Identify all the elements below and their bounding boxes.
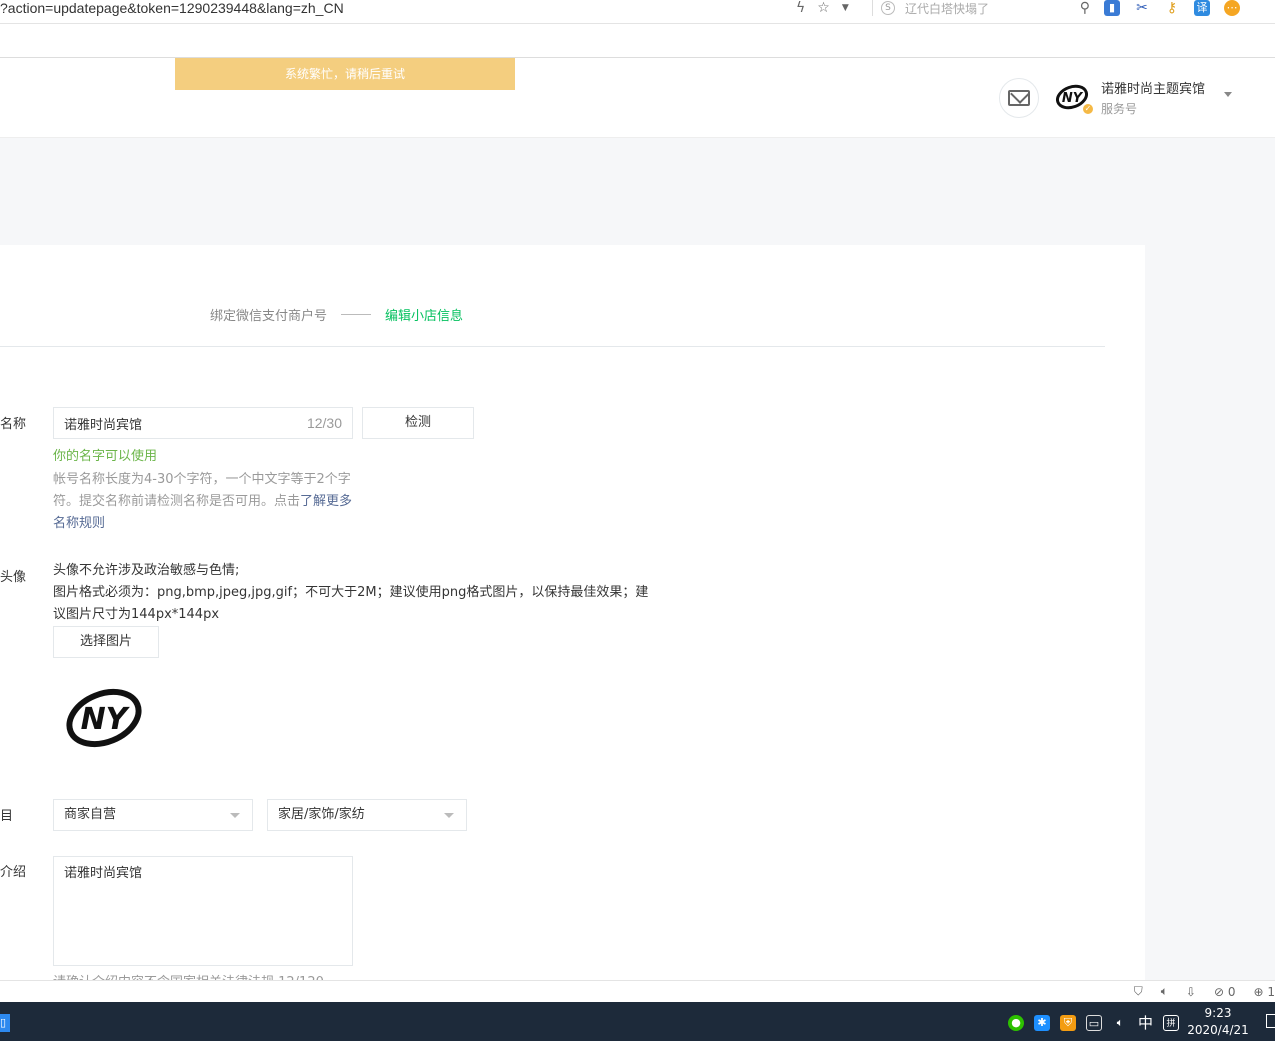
account-type: 服务号: [1101, 102, 1138, 116]
chevron-down-icon: [444, 813, 454, 818]
wechat-icon[interactable]: ●: [1008, 1014, 1024, 1031]
check-name-button[interactable]: 检测: [362, 407, 474, 439]
name-available-message: 你的名字可以使用: [53, 449, 158, 464]
url-text[interactable]: ?action=updatepage&token=1290239448&lang…: [0, 0, 344, 16]
shield-icon[interactable]: ⛉: [1134, 984, 1143, 999]
extension-icons: ▮ ✂ ⚷ 译 ⋯: [1104, 0, 1240, 16]
browser-search-box[interactable]: S 辽代白塔快塌了 ⚲: [872, 0, 1094, 16]
page-header: 系统繁忙，请稍后重试 NY ✓ 诺雅时尚主题宾馆 服务号: [0, 58, 1275, 138]
lightning-icon[interactable]: ϟ: [796, 0, 805, 16]
chevron-down-icon: [230, 813, 240, 818]
search-engine-icon: S: [881, 1, 895, 15]
category-secondary-value: 家居/家饰/家纺: [278, 807, 365, 822]
speaker-icon[interactable]: 🔈︎: [1161, 984, 1168, 999]
tray-star-icon[interactable]: ✱: [1034, 1014, 1050, 1031]
category-select-secondary[interactable]: 家居/家饰/家纺: [267, 799, 467, 831]
translate-icon[interactable]: 译: [1194, 0, 1210, 16]
name-tips: 帐号名称长度为4-30个字符，一个中文字等于2个字符。提交名称前请检测名称是否可…: [53, 469, 353, 535]
avatar-tip-policy: 头像不允许涉及政治敏感与色情;: [53, 563, 240, 578]
message-button[interactable]: [999, 78, 1039, 118]
error-toast: 系统繁忙，请稍后重试: [175, 58, 515, 90]
svg-text:NY: NY: [81, 702, 131, 737]
address-bar: ?action=updatepage&token=1290239448&lang…: [0, 0, 1275, 24]
step-bind-merchant: 绑定微信支付商户号: [210, 309, 328, 324]
volume-icon[interactable]: 🔈︎: [1112, 1015, 1128, 1031]
address-bar-actions: ϟ ☆ ▼: [796, 0, 849, 16]
download-icon[interactable]: ⇩: [1186, 985, 1196, 999]
intro-textarea[interactable]: 诺雅时尚宾馆: [53, 856, 353, 966]
category-primary-value: 商家自营: [64, 807, 117, 822]
adblock-icon[interactable]: ⊘ 0: [1214, 985, 1236, 999]
more-icon[interactable]: ⋯: [1224, 0, 1240, 16]
taskbar: ▯ ● ✱ ⛨ ▭ 🔈︎ 中 拼 9:23 2020/4/21: [0, 1002, 1275, 1041]
avatar-tips: 头像不允许涉及政治敏感与色情; 图片格式必须为：png,bmp,jpeg,jpg…: [53, 560, 653, 626]
extension-phone-icon[interactable]: ▮: [1104, 0, 1120, 16]
name-label: 名称: [0, 417, 27, 432]
network-icon[interactable]: ▭: [1086, 1014, 1102, 1031]
shop-info-card: 绑定微信支付商户号 编辑小店信息 名称 诺雅时尚宾馆 12/30 检测 你的名字…: [0, 245, 1145, 985]
chevron-down-icon[interactable]: ▼: [842, 3, 849, 13]
system-clock[interactable]: 9:23 2020/4/21: [1182, 1005, 1254, 1039]
shop-name-value: 诺雅时尚宾馆: [64, 417, 143, 433]
shop-name-counter: 12/30: [306, 415, 342, 431]
account-name[interactable]: 诺雅时尚主题宾馆: [1101, 78, 1205, 97]
category-select-primary[interactable]: 商家自营: [53, 799, 253, 831]
scissors-icon[interactable]: ✂: [1134, 0, 1150, 16]
svg-text:NY: NY: [1062, 91, 1084, 106]
tray-shield-icon[interactable]: ⛨: [1060, 1014, 1076, 1031]
clock-time: 9:23: [1204, 1006, 1232, 1020]
taskbar-app-icon[interactable]: ▯: [0, 1014, 10, 1032]
adblock-count: 0: [1227, 984, 1236, 999]
account-dropdown-icon[interactable]: [1224, 92, 1232, 97]
divider: [0, 346, 1105, 347]
browser-status-bar: ⛉ 🔈︎ ⇩ ⊘ 0 ⊕ 1: [0, 980, 1275, 1002]
intro-label: 介绍: [0, 865, 27, 880]
zoom-value: 1: [1267, 984, 1275, 999]
clock-date: 2020/4/21: [1187, 1023, 1249, 1037]
ime-mode-icon[interactable]: 拼: [1163, 1014, 1180, 1031]
choose-image-button[interactable]: 选择图片: [53, 626, 159, 658]
zoom-icon[interactable]: ⊕ 1: [1253, 985, 1275, 999]
status-icons: ⛉ 🔈︎ ⇩ ⊘ 0 ⊕ 1: [1134, 984, 1275, 999]
star-icon[interactable]: ☆: [817, 0, 830, 16]
ime-indicator[interactable]: 中: [1138, 1012, 1153, 1033]
search-icon[interactable]: ⚲: [1080, 0, 1090, 16]
step-indicator: 绑定微信支付商户号 编辑小店信息: [210, 305, 463, 324]
step-connector: [341, 314, 372, 315]
category-label: 目: [0, 809, 14, 824]
bookmark-bar: [0, 24, 1275, 58]
system-tray: ● ✱ ⛨ ▭ 🔈︎ 中 拼: [1008, 1012, 1180, 1033]
verified-badge-icon: ✓: [1081, 102, 1095, 116]
search-suggestion: 辽代白塔快塌了: [905, 1, 990, 16]
step-edit-shop: 编辑小店信息: [385, 309, 464, 324]
shop-name-input[interactable]: 诺雅时尚宾馆 12/30: [53, 407, 353, 439]
key-icon[interactable]: ⚷: [1164, 0, 1180, 16]
mail-icon: [1008, 90, 1030, 106]
avatar-preview-image: NY: [66, 688, 142, 748]
notification-icon[interactable]: [1266, 1014, 1275, 1028]
avatar-label: 头像: [0, 570, 27, 585]
avatar-tip-format: 图片格式必须为：png,bmp,jpeg,jpg,gif；不可大于2M；建议使用…: [53, 585, 649, 622]
